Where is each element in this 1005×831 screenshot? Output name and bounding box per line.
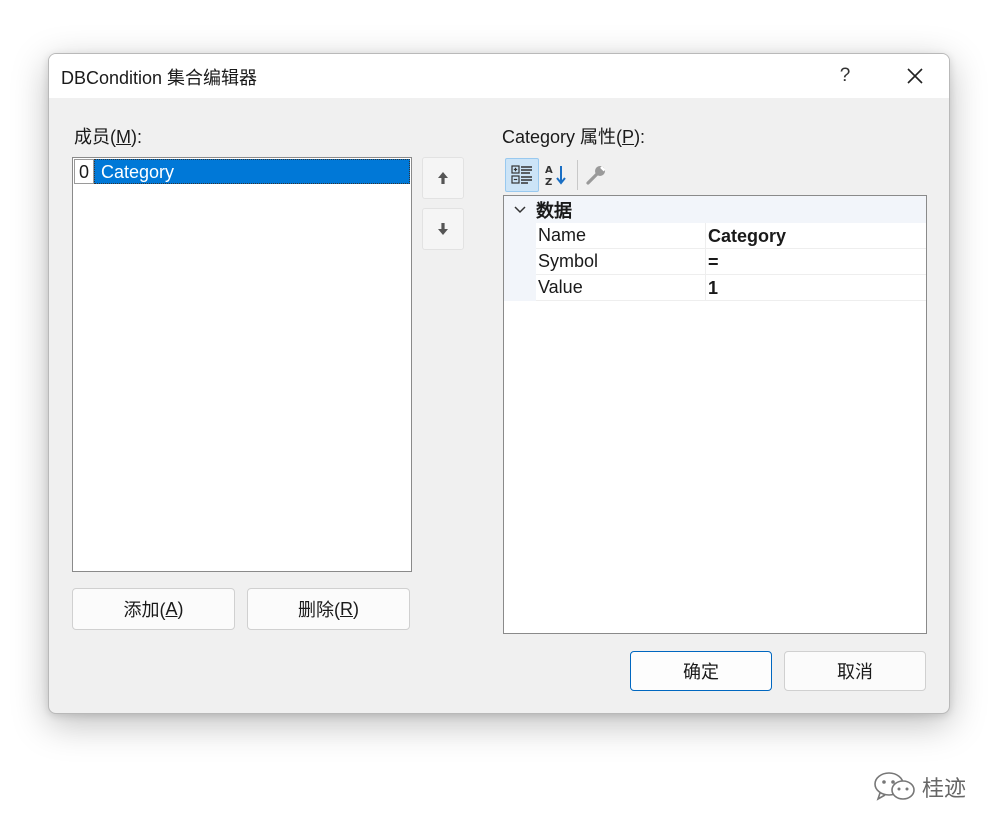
property-name: Symbol bbox=[538, 251, 599, 271]
ok-button[interactable]: 确定 bbox=[630, 651, 772, 691]
wrench-icon bbox=[586, 166, 606, 185]
categorized-icon bbox=[511, 165, 532, 184]
category-row[interactable]: 数据 bbox=[504, 196, 926, 223]
property-value[interactable]: 1 bbox=[705, 274, 926, 301]
wechat-icon bbox=[874, 772, 915, 801]
property-name: Value bbox=[538, 277, 583, 297]
move-up-button[interactable] bbox=[422, 157, 464, 199]
property-row[interactable]: Value 1 bbox=[504, 274, 926, 301]
svg-text:A: A bbox=[545, 165, 553, 176]
close-button[interactable] bbox=[889, 54, 941, 98]
add-button[interactable]: 添加(A) bbox=[72, 588, 235, 630]
members-listbox[interactable]: 0 Category bbox=[72, 157, 412, 572]
watermark: 桂迹 bbox=[872, 770, 966, 804]
watermark-text: 桂迹 bbox=[922, 776, 967, 801]
cancel-button[interactable]: 取消 bbox=[784, 651, 926, 691]
property-value[interactable]: Category bbox=[705, 222, 926, 249]
property-row[interactable]: Name Category bbox=[504, 222, 926, 249]
property-value[interactable]: = bbox=[705, 248, 926, 275]
toolbar-separator bbox=[577, 160, 578, 190]
property-row[interactable]: Symbol = bbox=[504, 248, 926, 275]
list-item[interactable]: 0 Category bbox=[74, 159, 410, 184]
list-item-index: 0 bbox=[74, 159, 94, 184]
remove-button[interactable]: 删除(R) bbox=[247, 588, 410, 630]
dialog-title: DBCondition 集合编辑器 bbox=[61, 68, 258, 88]
row-gutter bbox=[504, 274, 536, 301]
arrow-down-icon bbox=[438, 223, 448, 235]
row-gutter bbox=[504, 222, 536, 249]
list-item-name: Category bbox=[94, 159, 410, 184]
title-bar[interactable]: DBCondition 集合编辑器 ? bbox=[49, 54, 949, 98]
move-down-button[interactable] bbox=[422, 208, 464, 250]
category-label: 数据 bbox=[536, 200, 572, 221]
chevron-down-icon[interactable] bbox=[504, 205, 536, 215]
help-icon: ? bbox=[839, 65, 851, 86]
help-button[interactable]: ? bbox=[819, 54, 871, 98]
alphabetical-view-button[interactable]: A Z bbox=[539, 158, 573, 192]
collection-editor-dialog: DBCondition 集合编辑器 ? 成员(M): 0 Category 添加… bbox=[48, 53, 950, 714]
properties-label: Category 属性(P): bbox=[502, 127, 646, 147]
svg-text:Z: Z bbox=[545, 177, 552, 188]
property-pages-button[interactable] bbox=[579, 158, 613, 192]
property-grid[interactable]: 数据 Name Category Symbol = Value 1 bbox=[503, 195, 927, 634]
close-icon bbox=[907, 68, 923, 84]
arrow-up-icon bbox=[438, 172, 448, 184]
categorized-view-button[interactable] bbox=[505, 158, 539, 192]
alphabetical-sort-icon: A Z bbox=[545, 165, 566, 188]
members-label: 成员(M): bbox=[74, 127, 142, 147]
property-name: Name bbox=[538, 225, 587, 245]
row-gutter bbox=[504, 248, 536, 275]
